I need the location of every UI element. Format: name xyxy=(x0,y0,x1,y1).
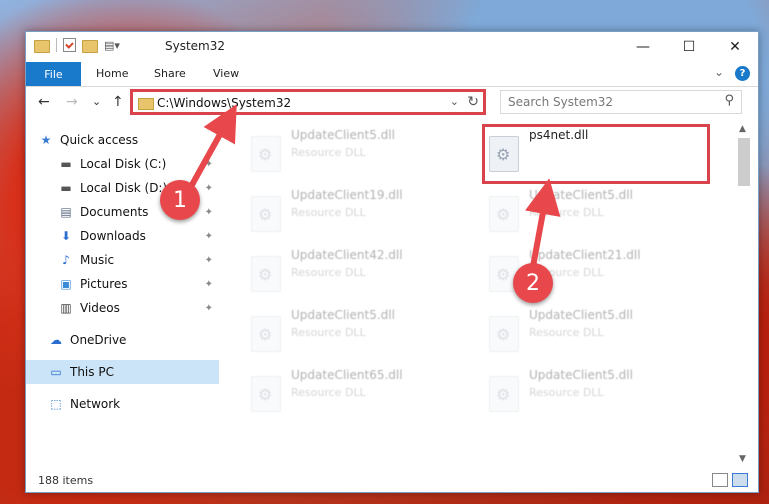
arrow-2 xyxy=(525,178,561,273)
step-badge-2: 2 xyxy=(513,263,553,303)
step-badge-1: 1 xyxy=(160,180,200,220)
arrow-1 xyxy=(185,104,237,194)
annotation-arrows xyxy=(185,104,561,273)
